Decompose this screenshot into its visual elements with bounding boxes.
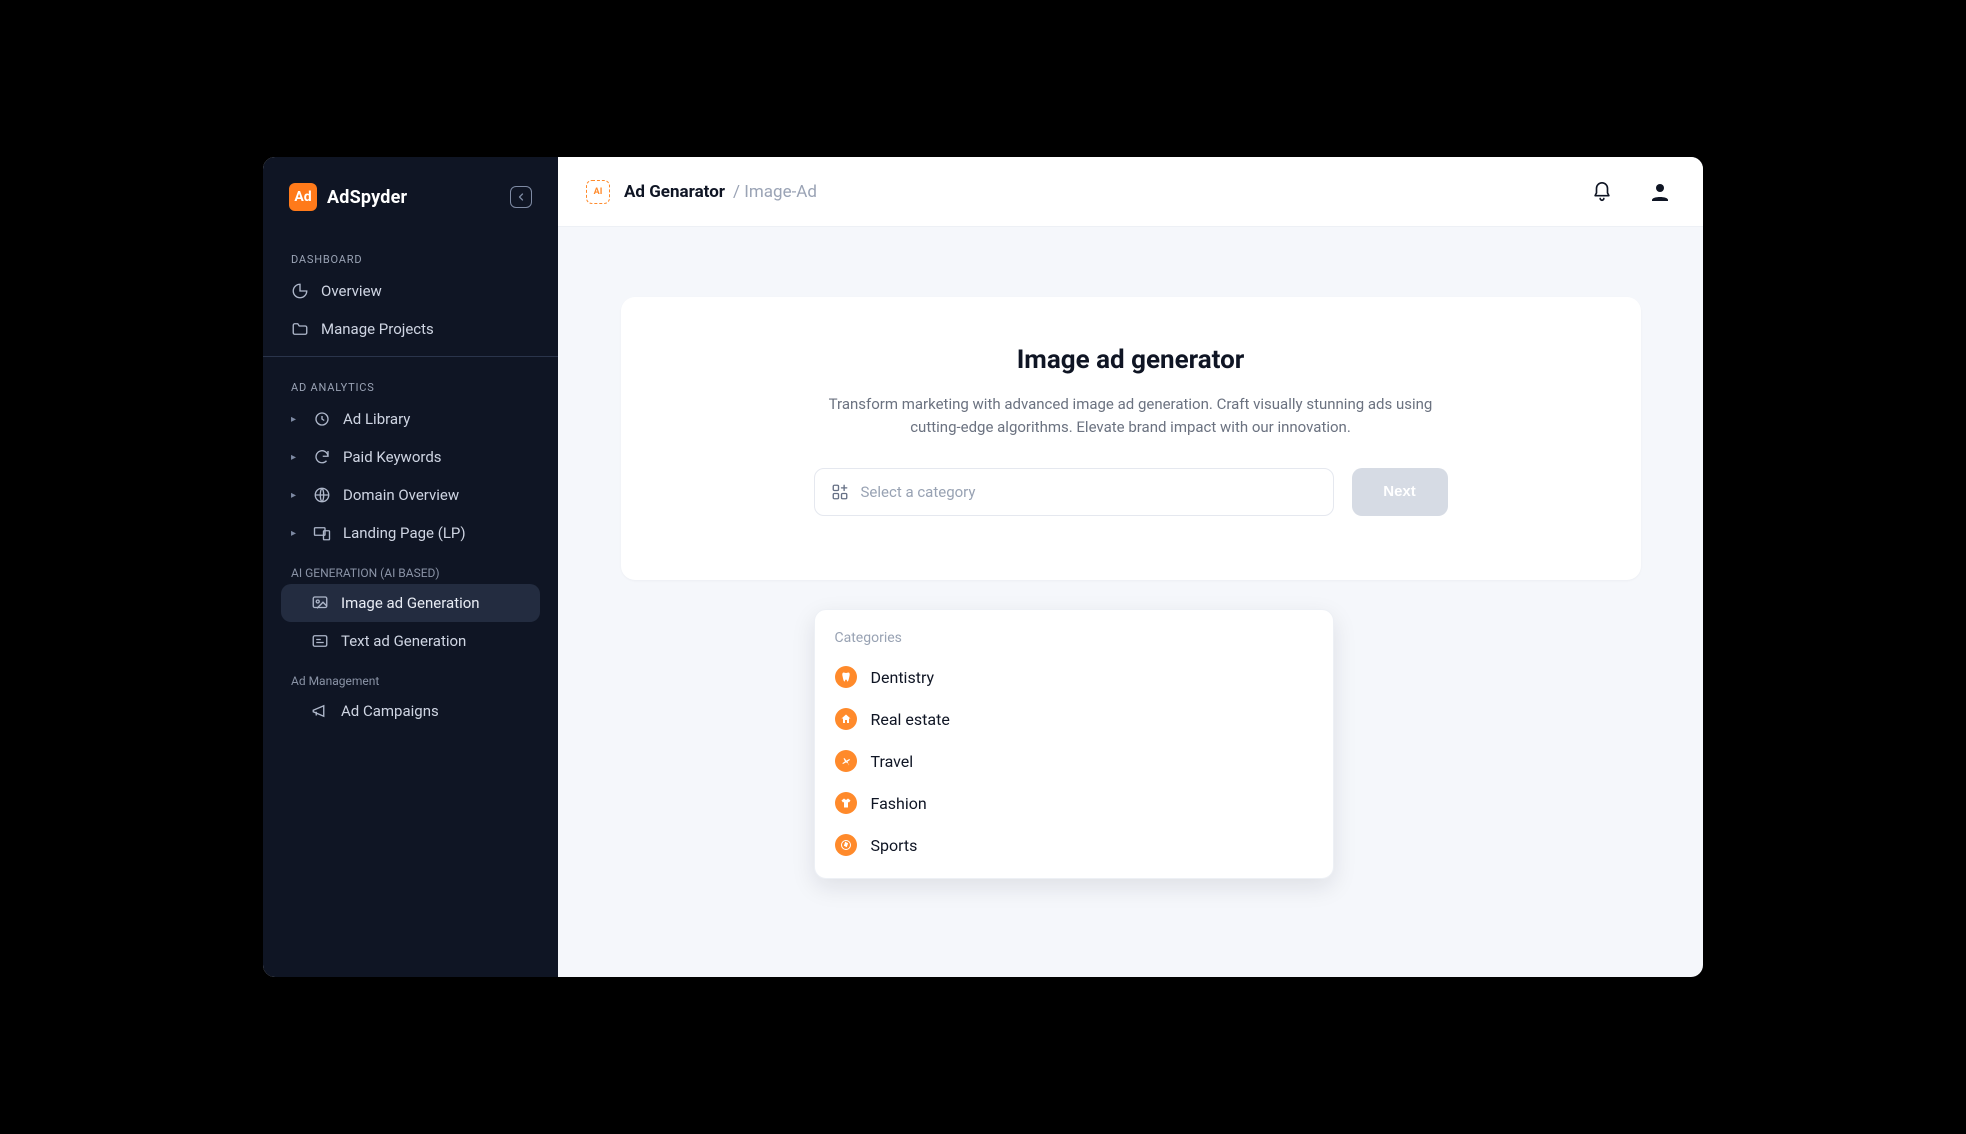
sidebar-item-label: Text ad Generation (341, 632, 466, 650)
category-select-placeholder: Select a category (861, 483, 976, 501)
sidebar-item-paid-keywords[interactable]: ▸ Paid Keywords (281, 438, 540, 476)
topbar: AI Ad Genarator / Image-Ad (558, 157, 1703, 227)
caret-icon: ▸ (291, 414, 301, 425)
pie-icon (291, 282, 309, 300)
sidebar-item-label: Domain Overview (343, 486, 459, 504)
plane-icon (835, 750, 857, 772)
section-title-analytics: AD ANALYTICS (281, 375, 540, 400)
sidebar-item-label: Landing Page (LP) (343, 524, 466, 542)
category-option-label: Sports (871, 836, 918, 855)
sidebar-item-label: Ad Library (343, 410, 410, 428)
refresh-icon (313, 448, 331, 466)
sidebar-item-text-ad-gen[interactable]: Text ad Generation (281, 622, 540, 660)
collapse-icon (515, 191, 527, 203)
caret-icon: ▸ (291, 528, 301, 539)
compass-icon (835, 834, 857, 856)
category-option[interactable]: Travel (827, 740, 1321, 782)
profile-button[interactable] (1645, 177, 1675, 207)
next-button[interactable]: Next (1352, 468, 1448, 516)
category-option-label: Real estate (871, 710, 950, 729)
user-icon (1648, 180, 1672, 204)
sidebar-item-label: Overview (321, 282, 382, 300)
devices-icon (313, 524, 331, 542)
sidebar-item-ad-library[interactable]: ▸ Ad Library (281, 400, 540, 438)
sidebar-item-image-ad-gen[interactable]: Image ad Generation (281, 584, 540, 622)
section-title-ai-gen: AI GENERATION (AI BASED) (281, 552, 540, 584)
bell-icon (1591, 181, 1613, 203)
category-option[interactable]: Dentistry (827, 656, 1321, 698)
globe-icon (313, 486, 331, 504)
caret-icon: ▸ (291, 452, 301, 463)
app-frame: Ad AdSpyder DASHBOARD Overview Manage Pr… (263, 157, 1703, 977)
sidebar: Ad AdSpyder DASHBOARD Overview Manage Pr… (263, 157, 558, 977)
section-title-dashboard: DASHBOARD (281, 247, 540, 272)
brand[interactable]: Ad AdSpyder (289, 183, 407, 211)
caret-icon: ▸ (291, 490, 301, 501)
sidebar-item-domain-overview[interactable]: ▸ Domain Overview (281, 476, 540, 514)
controls-row: Select a category Next (661, 468, 1601, 516)
grid-plus-icon (831, 483, 849, 501)
breadcrumb-main: Ad Genarator (624, 182, 725, 202)
sidebar-item-ad-campaigns[interactable]: Ad Campaigns (281, 692, 540, 730)
text-ad-icon (311, 632, 329, 650)
home-icon (835, 708, 857, 730)
sidebar-item-label: Manage Projects (321, 320, 434, 338)
image-icon (311, 594, 329, 612)
category-option-label: Travel (871, 752, 914, 771)
ai-badge-icon: AI (586, 180, 610, 204)
sidebar-item-label: Ad Campaigns (341, 702, 439, 720)
category-option-label: Dentistry (871, 668, 935, 687)
sidebar-collapse-button[interactable] (510, 186, 532, 208)
library-icon (313, 410, 331, 428)
folder-icon (291, 320, 309, 338)
dropdown-list: Dentistry Real estate Travel Fashion Sports (827, 656, 1321, 866)
main: AI Ad Genarator / Image-Ad Image ad gene… (558, 157, 1703, 977)
brand-logo-icon: Ad (289, 183, 317, 211)
tooth-icon (835, 666, 857, 688)
brand-name: AdSpyder (327, 187, 407, 208)
page-title: Image ad generator (661, 345, 1601, 375)
megaphone-icon (311, 702, 329, 720)
sidebar-item-label: Image ad Generation (341, 594, 480, 612)
breadcrumb: Ad Genarator / Image-Ad (624, 182, 817, 202)
divider (263, 356, 558, 357)
generator-card: Image ad generator Transform marketing w… (621, 297, 1641, 580)
content: Image ad generator Transform marketing w… (558, 227, 1703, 977)
category-select[interactable]: Select a category (814, 468, 1334, 516)
shirt-icon (835, 792, 857, 814)
sidebar-item-manage-projects[interactable]: Manage Projects (281, 310, 540, 348)
sidebar-item-overview[interactable]: Overview (281, 272, 540, 310)
category-option[interactable]: Real estate (827, 698, 1321, 740)
breadcrumb-sub: / Image-Ad (733, 182, 817, 202)
category-dropdown: Categories Dentistry Real estate Travel Fas… (814, 609, 1334, 879)
sidebar-header: Ad AdSpyder (281, 183, 540, 211)
section-title-ad-mgmt: Ad Management (281, 660, 540, 692)
notifications-button[interactable] (1587, 177, 1617, 207)
sidebar-item-label: Paid Keywords (343, 448, 442, 466)
sidebar-item-landing-page[interactable]: ▸ Landing Page (LP) (281, 514, 540, 552)
category-option-label: Fashion (871, 794, 927, 813)
category-option[interactable]: Fashion (827, 782, 1321, 824)
page-subtitle: Transform marketing with advanced image … (811, 393, 1451, 440)
category-option[interactable]: Sports (827, 824, 1321, 866)
dropdown-title: Categories (827, 626, 1321, 656)
